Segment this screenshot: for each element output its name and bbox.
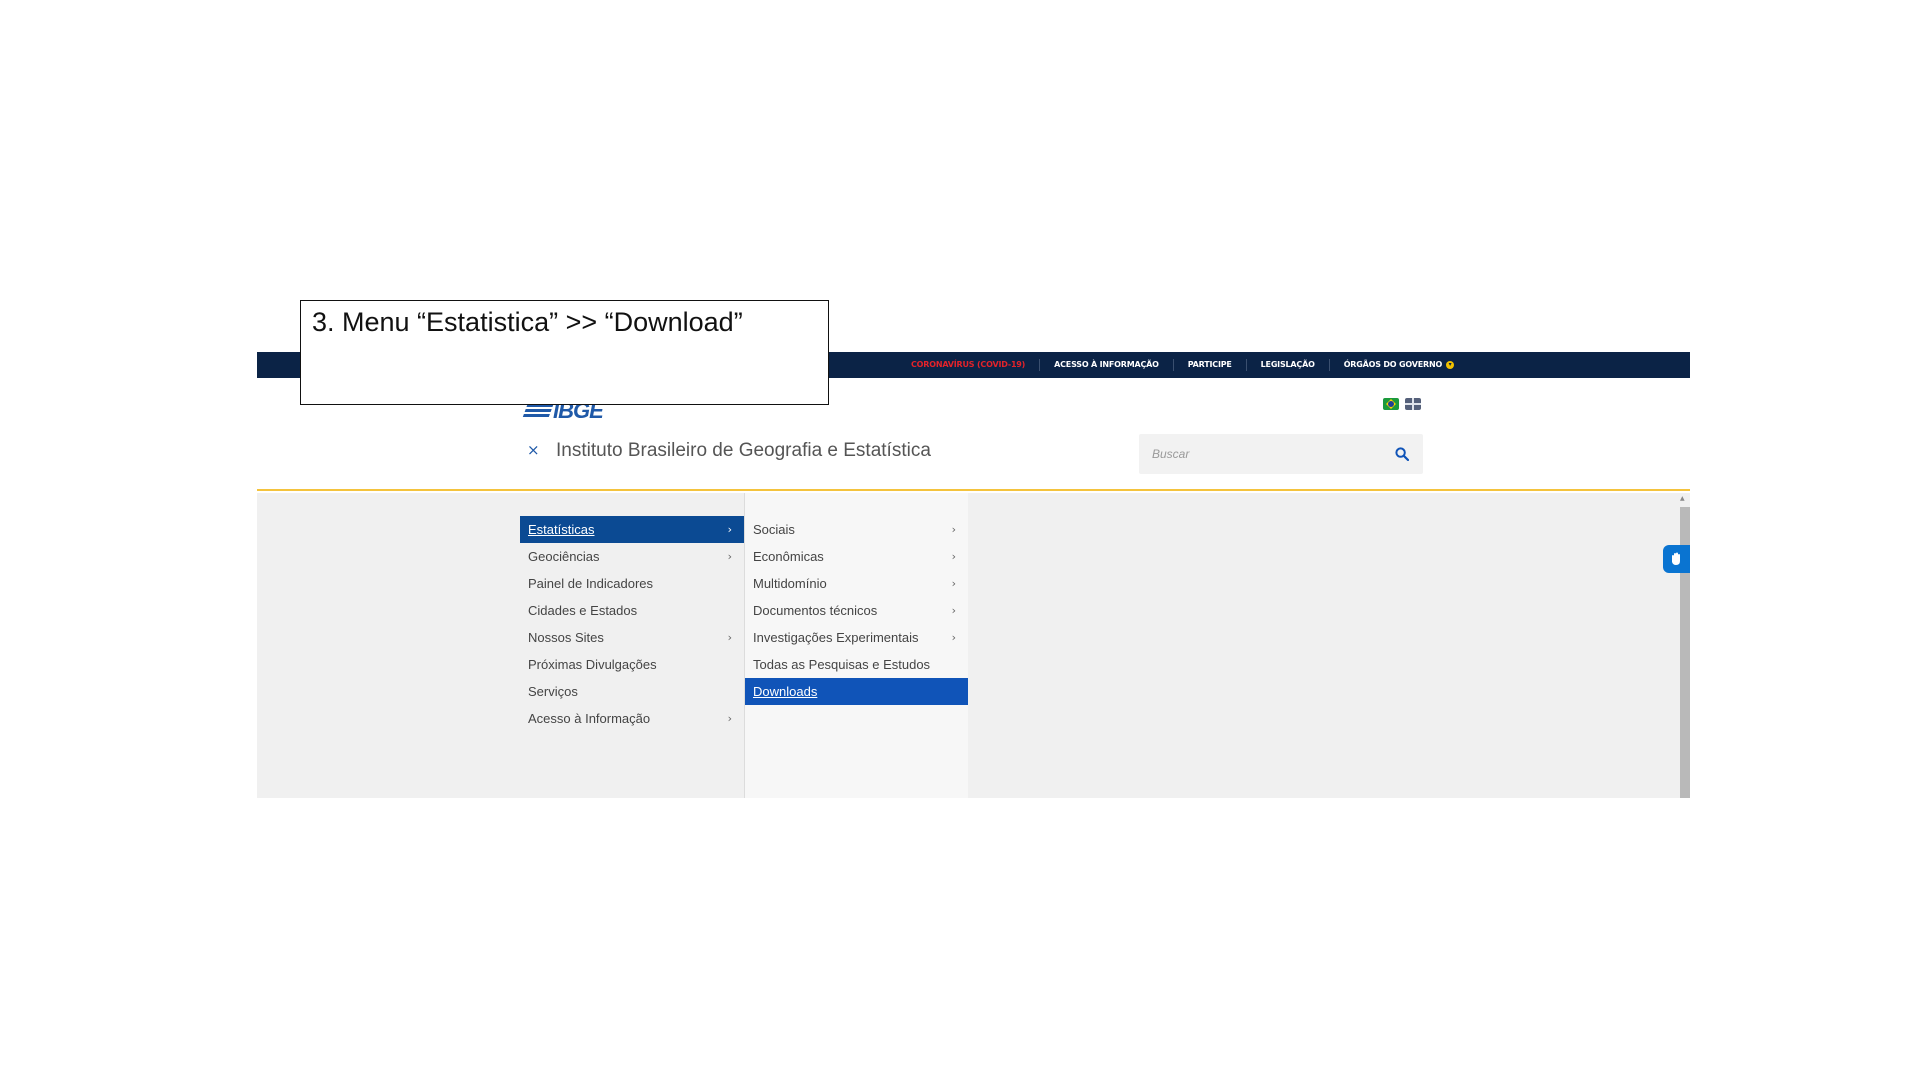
annotation-text: 3. Menu “Estatistica” >> “Download” [312,307,743,337]
brazil-flag-icon[interactable] [1383,398,1399,410]
annotation-callout: 3. Menu “Estatistica” >> “Download” [300,300,829,405]
logo-stripes-icon [522,404,554,418]
close-icon[interactable]: × [527,442,540,458]
browser-screenshot: CORONAVÍRUS (COVID-19) ACESSO À INFORMAÇ… [257,352,1690,798]
chevron-right-icon: › [727,712,732,725]
search-icon[interactable] [1395,447,1409,461]
menu-item-nossos-sites[interactable]: Nossos Sites › [520,624,744,651]
gov-link-orgaos-governo[interactable]: ÓRGÃOS DO GOVERNO ▾ [1328,359,1468,371]
hand-sign-icon [1672,552,1680,565]
menu-item-painel-indicadores[interactable]: Painel de Indicadores [520,570,744,597]
chevron-right-icon: › [951,577,956,590]
chevron-right-icon: › [951,604,956,617]
submenu-item-sociais[interactable]: Sociais › [745,516,968,543]
gov-link-acesso-informacao[interactable]: ACESSO À INFORMAÇÃO [1039,359,1173,371]
chevron-right-icon: › [727,523,732,536]
chevron-right-icon: › [951,523,956,536]
submenu-item-investigacoes-experimentais[interactable]: Investigações Experimentais › [745,624,968,651]
gov-link-legislacao[interactable]: LEGISLAÇÃO [1245,359,1329,371]
menu-item-cidades-estados[interactable]: Cidades e Estados [520,597,744,624]
chevron-down-icon: ▾ [1446,360,1455,369]
menu-item-label: Nossos Sites [528,630,604,645]
chevron-right-icon: › [951,631,956,644]
mega-menu: Estatísticas › Geociências › Painel de Ind… [257,493,1690,798]
uk-flag-icon[interactable] [1405,398,1421,410]
menu-item-estatisticas[interactable]: Estatísticas › [520,516,744,543]
menu-item-acesso-informacao[interactable]: Acesso à Informação › [520,705,744,732]
submenu-item-label: Econômicas [753,549,824,564]
submenu-item-label: Sociais [753,522,795,537]
menu-item-label: Geociências [528,549,600,564]
submenu-item-documentos-tecnicos[interactable]: Documentos técnicos › [745,597,968,624]
submenu-item-economicas[interactable]: Econômicas › [745,543,968,570]
search-box [1139,434,1423,474]
menu-item-label: Estatísticas [528,522,595,537]
menu-item-label: Serviços [528,684,578,699]
search-input[interactable] [1139,434,1389,474]
scrollbar[interactable]: ▲ [1678,493,1690,798]
gov-link-participe[interactable]: PARTICIPE [1172,359,1246,371]
submenu-item-label: Downloads [753,684,818,699]
main-menu-column: Estatísticas › Geociências › Painel de Ind… [520,516,744,732]
submenu-column: Sociais › Econômicas › Multidomínio › Docum… [744,493,968,798]
submenu-item-downloads[interactable]: Downloads [745,678,968,705]
chevron-right-icon: › [951,550,956,563]
scroll-up-arrow-icon[interactable]: ▲ [1680,495,1685,502]
institution-title[interactable]: Instituto Brasileiro de Geografia e Esta… [556,440,931,462]
menu-item-label: Próximas Divulgações [528,657,657,672]
submenu-item-label: Investigações Experimentais [753,630,919,645]
chevron-right-icon: › [727,631,732,644]
gov-link-orgaos-label: ÓRGÃOS DO GOVERNO [1343,360,1443,369]
submenu-item-label: Multidomínio [753,576,827,591]
chevron-right-icon: › [727,550,732,563]
submenu-item-todas-pesquisas[interactable]: Todas as Pesquisas e Estudos [745,651,968,678]
submenu-item-label: Documentos técnicos [753,603,878,618]
submenu-item-label: Todas as Pesquisas e Estudos [753,657,931,672]
menu-item-label: Acesso à Informação [528,711,651,726]
menu-item-label: Cidades e Estados [528,603,638,618]
menu-item-servicos[interactable]: Serviços [520,678,744,705]
menu-item-label: Painel de Indicadores [528,576,654,591]
gov-links: CORONAVÍRUS (COVID-19) ACESSO À INFORMAÇ… [897,352,1468,378]
gov-link-coronavirus[interactable]: CORONAVÍRUS (COVID-19) [897,359,1039,371]
menu-item-proximas-divulgacoes[interactable]: Próximas Divulgações [520,651,744,678]
language-flags [1383,398,1421,410]
menu-item-geociencias[interactable]: Geociências › [520,543,744,570]
submenu-item-multidominio[interactable]: Multidomínio › [745,570,968,597]
accessibility-sign-language-button[interactable] [1663,545,1690,573]
